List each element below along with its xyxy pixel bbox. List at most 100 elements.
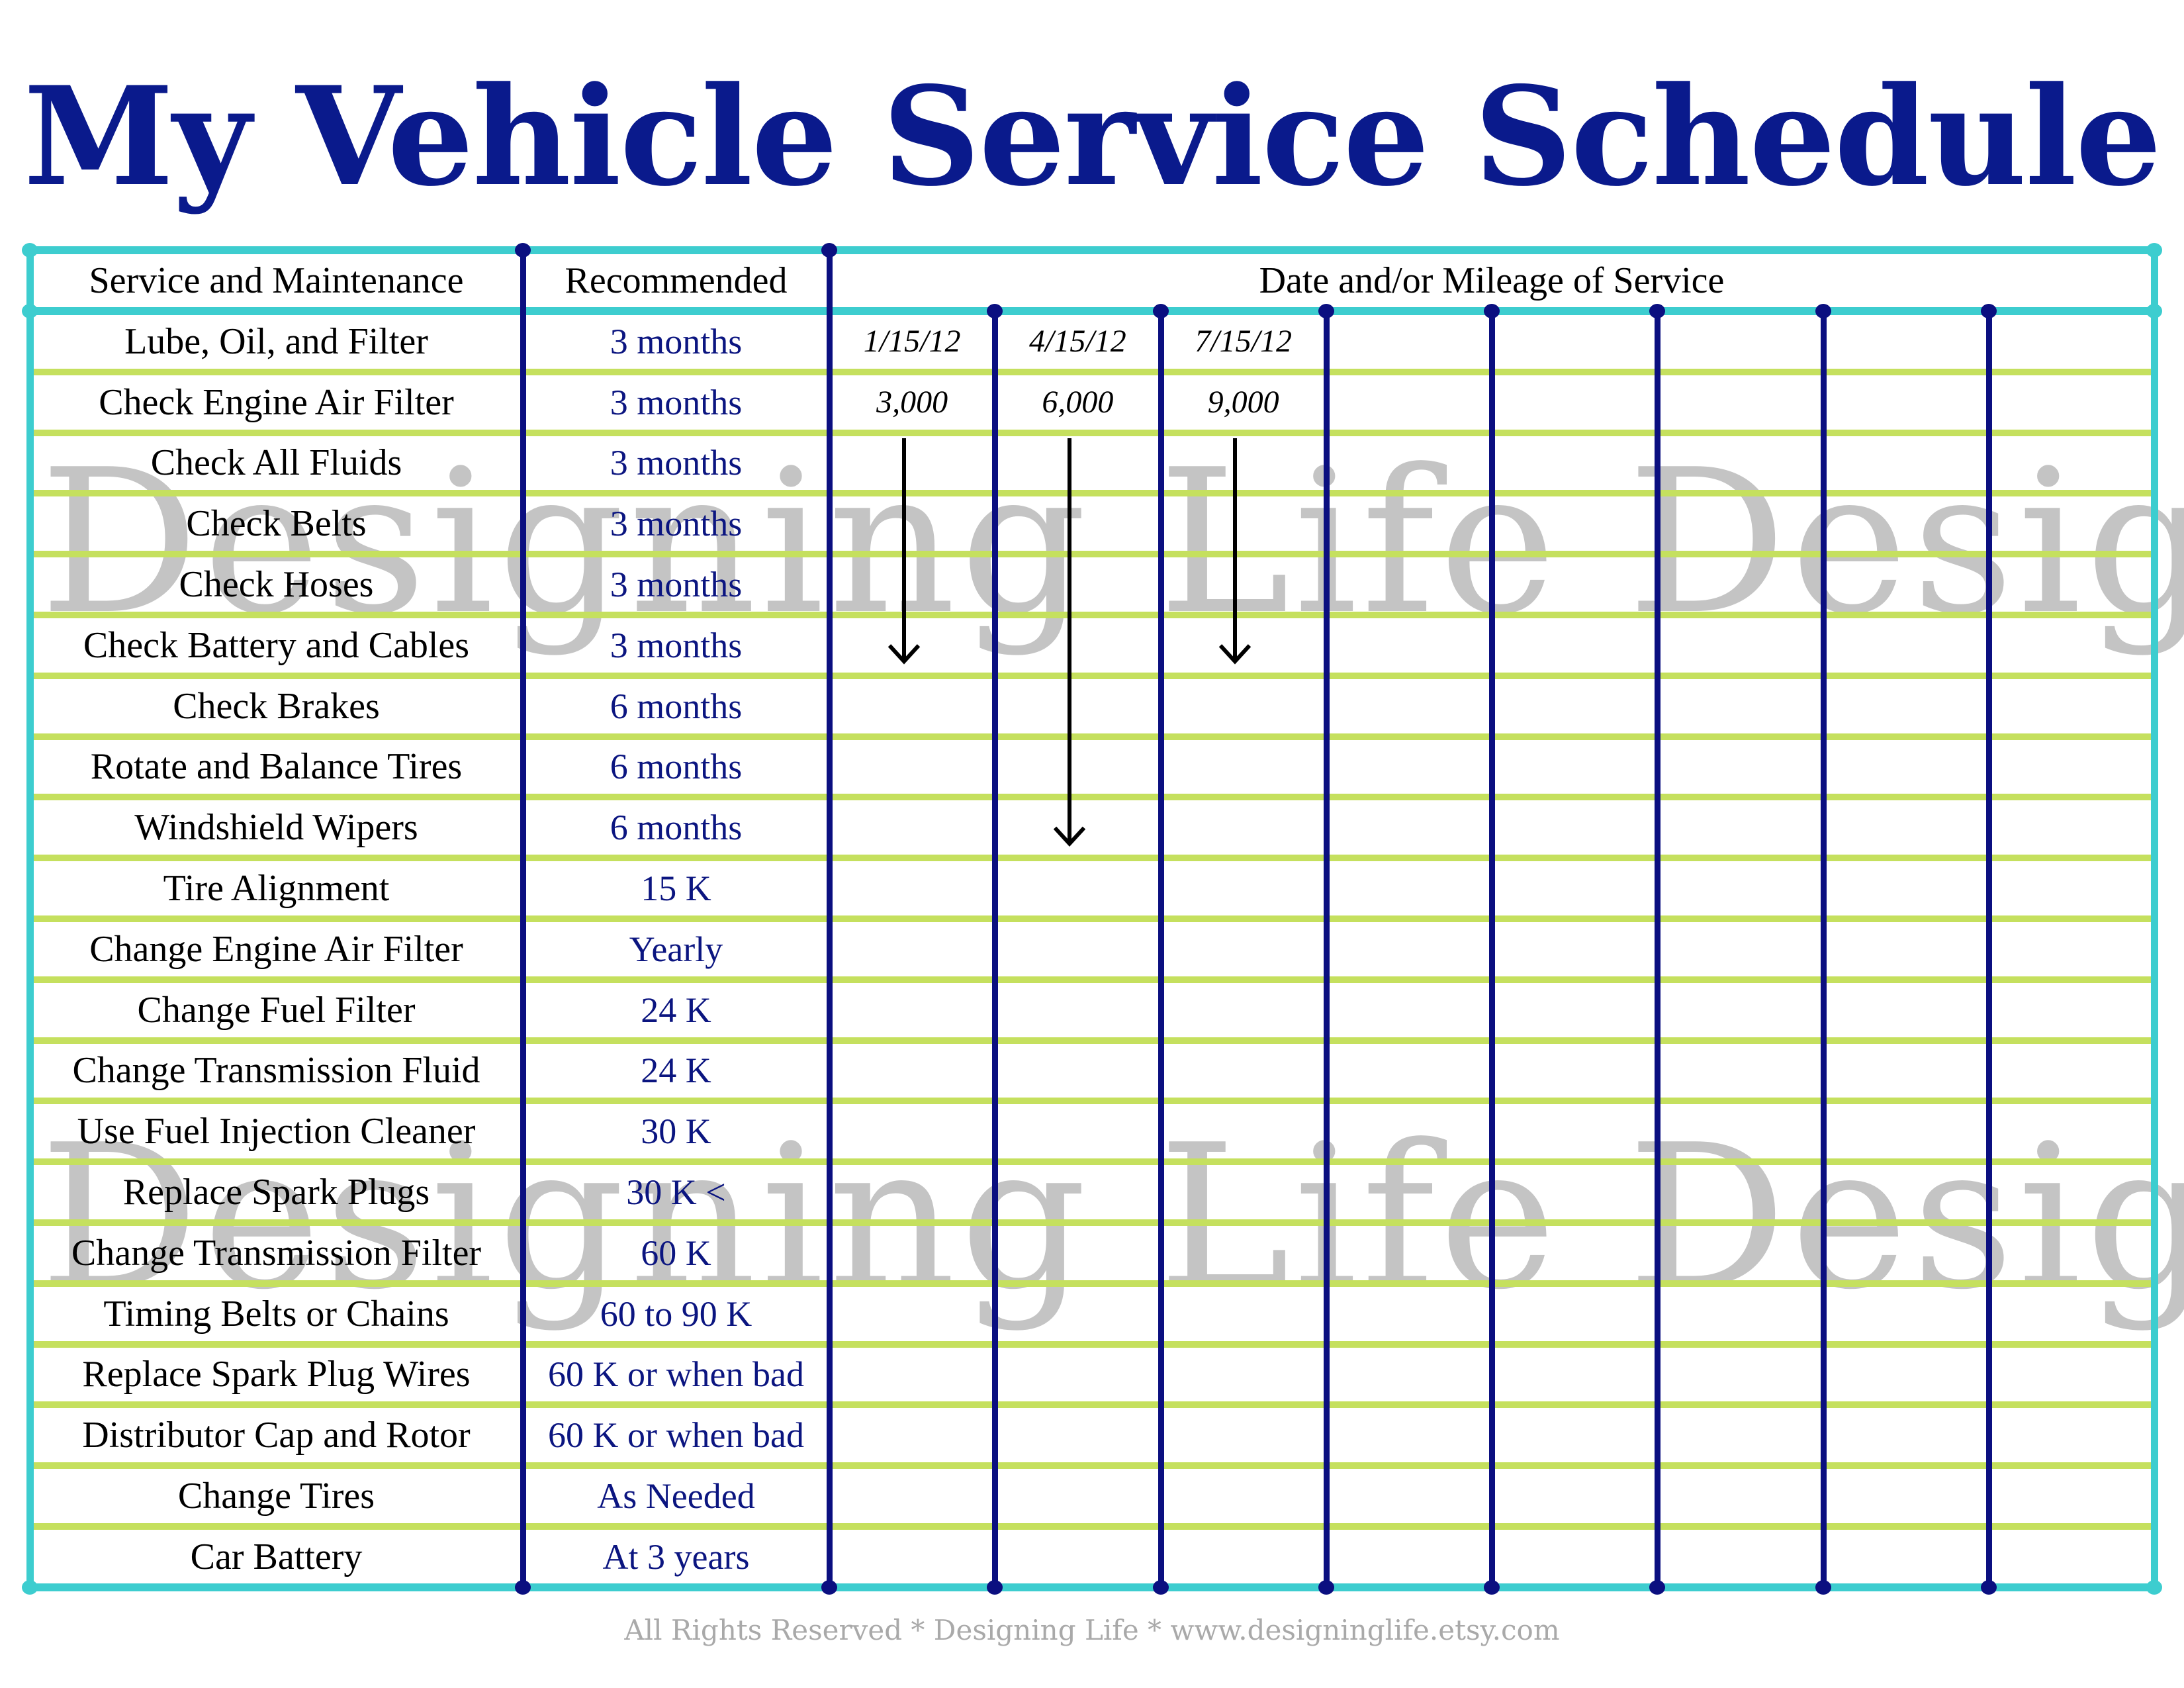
date-entry-cell[interactable] [1161, 1284, 1326, 1344]
date-entry-cell[interactable] [1989, 1041, 2154, 1102]
date-entry-cell[interactable] [1326, 311, 1492, 372]
date-entry-cell[interactable] [1823, 1344, 1989, 1405]
date-entry-cell[interactable] [1823, 737, 1989, 798]
date-entry-cell[interactable] [1492, 1101, 1657, 1162]
date-entry-cell[interactable] [1326, 1041, 1492, 1102]
date-entry-cell[interactable] [829, 919, 995, 980]
date-entry-cell[interactable] [1657, 858, 1823, 919]
date-entry-cell[interactable] [1492, 1526, 1657, 1587]
date-entry-cell[interactable] [1326, 554, 1492, 615]
date-entry-cell[interactable] [995, 1405, 1160, 1466]
date-entry-cell[interactable] [1161, 1405, 1326, 1466]
date-entry-cell[interactable] [995, 1101, 1160, 1162]
date-entry-cell[interactable] [1989, 1526, 2154, 1587]
date-entry-cell[interactable] [1989, 554, 2154, 615]
date-entry-cell[interactable] [1657, 1223, 1823, 1284]
date-entry-cell[interactable] [1492, 554, 1657, 615]
date-entry-cell[interactable] [1326, 1344, 1492, 1405]
date-entry-cell[interactable] [1161, 676, 1326, 737]
date-entry-cell[interactable] [1989, 433, 2154, 494]
date-entry-cell[interactable] [1989, 676, 2154, 737]
date-entry-cell[interactable] [1657, 980, 1823, 1041]
date-entry-cell[interactable] [1823, 1405, 1989, 1466]
date-entry-cell[interactable] [1492, 311, 1657, 372]
date-entry-cell[interactable] [1989, 1405, 2154, 1466]
date-entry-cell[interactable] [1989, 1162, 2154, 1223]
date-entry-cell[interactable] [1989, 797, 2154, 858]
date-entry-cell[interactable] [1657, 797, 1823, 858]
date-entry-cell[interactable] [1823, 615, 1989, 676]
date-entry-cell[interactable] [1161, 1466, 1326, 1526]
date-entry-cell[interactable] [1657, 433, 1823, 494]
date-entry-cell[interactable] [1989, 1223, 2154, 1284]
date-entry-cell[interactable] [1492, 1223, 1657, 1284]
date-entry-cell[interactable] [1492, 1466, 1657, 1526]
date-entry-cell[interactable] [1492, 1344, 1657, 1405]
date-entry-cell[interactable] [1989, 311, 2154, 372]
date-entry-cell[interactable] [1492, 372, 1657, 433]
date-entry-cell[interactable] [1657, 1344, 1823, 1405]
date-entry-cell[interactable] [829, 1101, 995, 1162]
date-entry-cell[interactable] [1823, 980, 1989, 1041]
date-entry-cell[interactable] [1989, 493, 2154, 554]
date-entry-cell[interactable] [1161, 1041, 1326, 1102]
date-entry-cell[interactable] [829, 1466, 995, 1526]
date-entry-cell[interactable] [1161, 1344, 1326, 1405]
date-entry-cell[interactable] [1326, 1466, 1492, 1526]
date-entry-cell[interactable] [995, 1466, 1160, 1526]
date-entry-cell[interactable] [1326, 1223, 1492, 1284]
date-entry-cell[interactable] [1492, 919, 1657, 980]
date-entry-cell[interactable] [1823, 1101, 1989, 1162]
date-entry-cell[interactable] [1161, 1162, 1326, 1223]
date-entry-cell[interactable] [1989, 1344, 2154, 1405]
date-entry-cell[interactable] [1161, 919, 1326, 980]
date-entry-cell[interactable] [1823, 372, 1989, 433]
date-entry-cell[interactable] [1823, 919, 1989, 980]
date-entry-cell[interactable] [1492, 493, 1657, 554]
date-entry-cell[interactable] [995, 1162, 1160, 1223]
date-entry-cell[interactable] [1657, 1101, 1823, 1162]
date-entry-cell[interactable] [995, 919, 1160, 980]
date-entry-cell[interactable] [829, 1526, 995, 1587]
date-entry-cell[interactable] [1823, 1223, 1989, 1284]
date-entry-cell[interactable] [829, 980, 995, 1041]
date-entry-cell[interactable] [1823, 493, 1989, 554]
date-entry-cell[interactable] [995, 1284, 1160, 1344]
date-entry-cell[interactable] [1161, 1101, 1326, 1162]
date-entry-cell[interactable] [829, 1162, 995, 1223]
date-entry-cell[interactable] [1657, 919, 1823, 980]
date-entry-cell[interactable] [1989, 919, 2154, 980]
date-entry-cell[interactable] [1326, 1162, 1492, 1223]
date-entry-cell[interactable] [1657, 554, 1823, 615]
date-entry-cell[interactable] [1326, 737, 1492, 798]
date-entry-cell[interactable] [1657, 311, 1823, 372]
date-entry-cell[interactable] [995, 980, 1160, 1041]
date-entry-cell[interactable] [1326, 676, 1492, 737]
date-entry-cell[interactable] [829, 1344, 995, 1405]
date-entry-cell[interactable] [1657, 1466, 1823, 1526]
date-entry-cell[interactable] [1989, 737, 2154, 798]
date-entry-cell[interactable] [829, 858, 995, 919]
date-entry-cell[interactable] [1492, 980, 1657, 1041]
date-entry-cell[interactable] [1326, 615, 1492, 676]
date-entry-cell[interactable] [1823, 554, 1989, 615]
date-entry-cell[interactable] [1326, 980, 1492, 1041]
date-entry-cell[interactable] [829, 797, 995, 858]
date-entry-cell[interactable] [1326, 493, 1492, 554]
date-entry-cell[interactable] [1989, 1284, 2154, 1344]
date-entry-cell[interactable] [995, 1041, 1160, 1102]
date-entry-cell[interactable] [829, 1405, 995, 1466]
date-entry-cell[interactable] [1492, 1041, 1657, 1102]
date-entry-cell[interactable] [1161, 1223, 1326, 1284]
date-entry-cell[interactable] [1326, 433, 1492, 494]
date-entry-cell[interactable] [1161, 858, 1326, 919]
date-entry-cell[interactable] [1326, 858, 1492, 919]
date-entry-cell[interactable] [1492, 797, 1657, 858]
date-entry-cell[interactable] [995, 1526, 1160, 1587]
date-entry-cell[interactable] [1823, 1162, 1989, 1223]
date-entry-cell[interactable] [1989, 1466, 2154, 1526]
date-entry-cell[interactable] [1657, 615, 1823, 676]
date-entry-cell[interactable] [1657, 737, 1823, 798]
date-entry-cell[interactable] [995, 1223, 1160, 1284]
date-entry-cell[interactable] [1492, 1284, 1657, 1344]
